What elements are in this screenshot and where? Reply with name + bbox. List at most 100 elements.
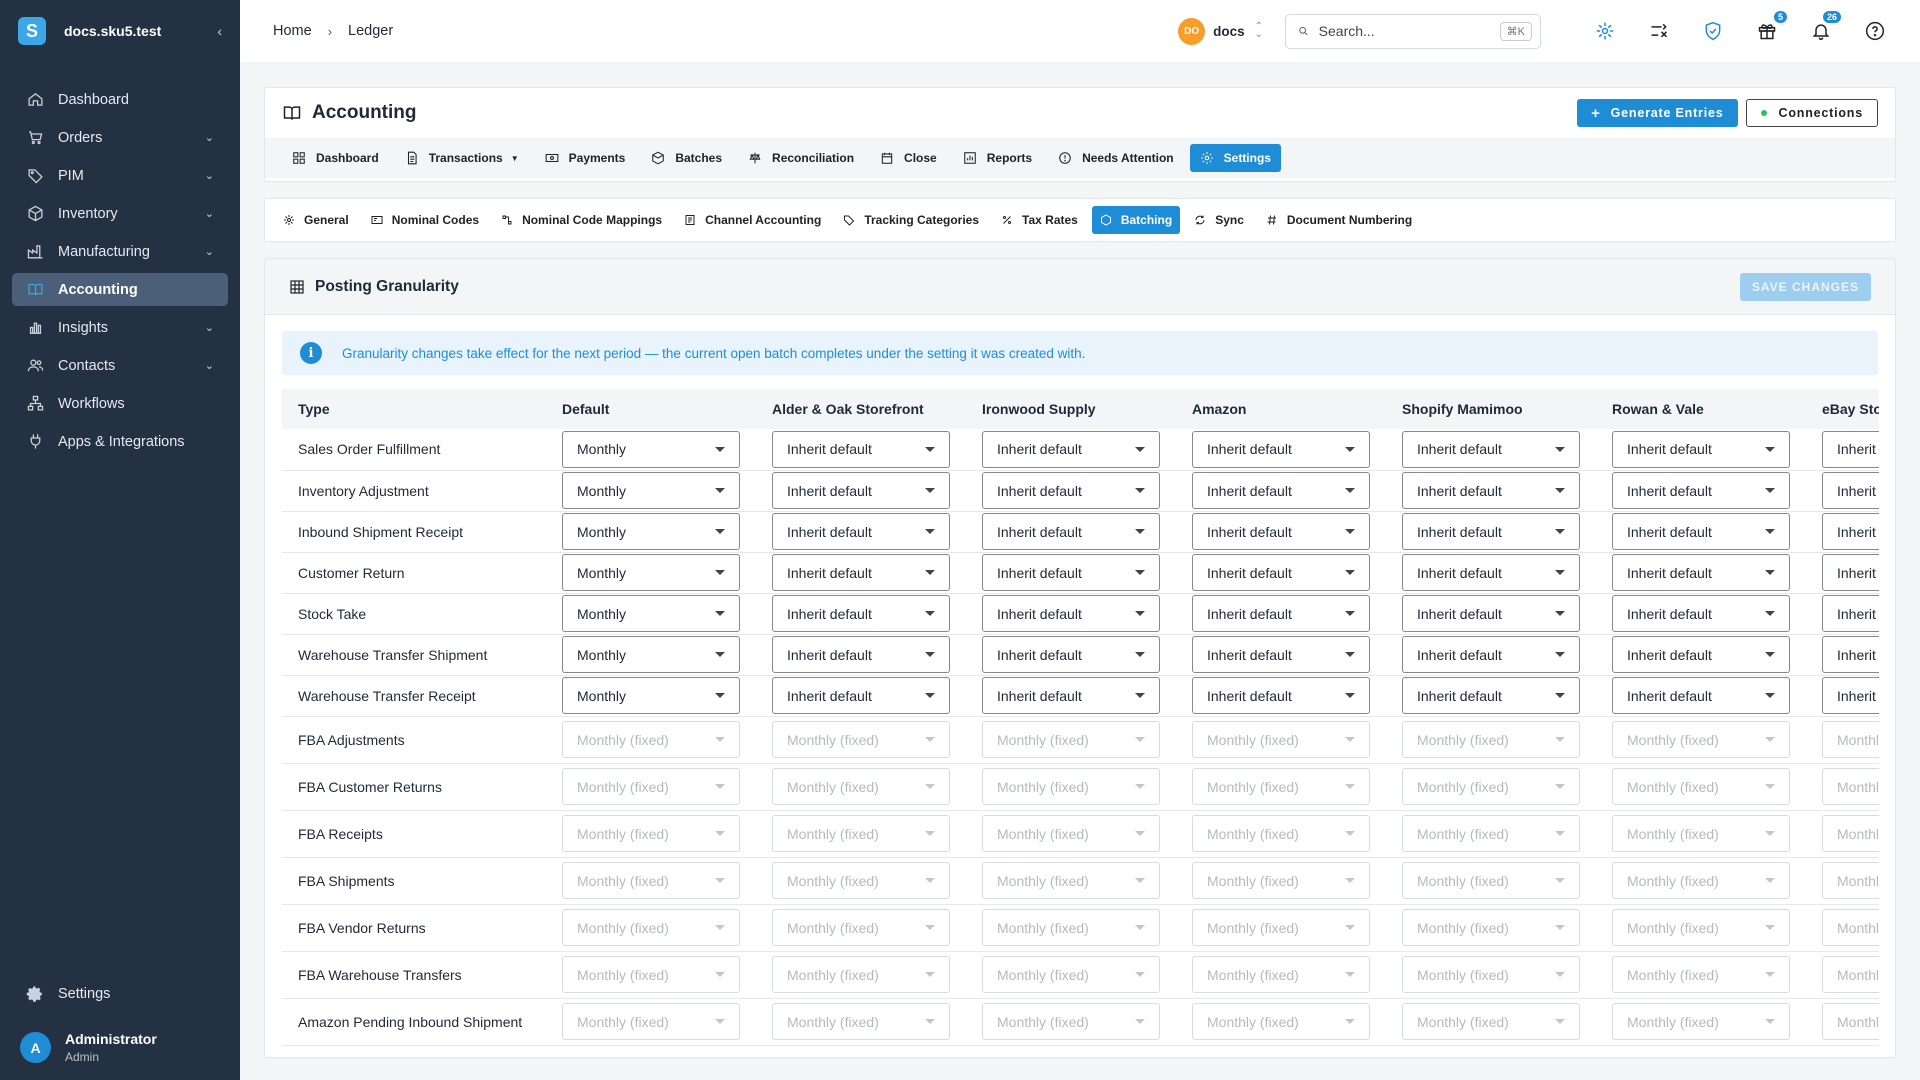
generate-entries-button[interactable]: + Generate Entries xyxy=(1577,99,1738,127)
channel-granularity-select[interactable]: Inherit default xyxy=(772,677,950,714)
channel-granularity-select[interactable]: Inherit default xyxy=(772,430,950,468)
channel-granularity-select[interactable]: Inherit default xyxy=(772,472,950,509)
brand-logo[interactable]: S xyxy=(18,17,46,45)
compare-icon[interactable] xyxy=(1647,19,1671,43)
sidebar-item-apps-integrations[interactable]: Apps & Integrations xyxy=(12,425,228,458)
tab-transactions[interactable]: Transactions ▼ xyxy=(395,144,529,172)
caret-down-icon xyxy=(1345,972,1355,977)
channel-granularity-select[interactable]: Inherit default xyxy=(1192,636,1370,673)
channel-granularity-select[interactable]: Inherit default xyxy=(982,513,1160,550)
breadcrumb-home[interactable]: Home xyxy=(273,23,312,39)
channel-granularity-select[interactable]: Inherit default xyxy=(1612,472,1790,509)
channel-granularity-select[interactable]: Inherit default xyxy=(1822,595,1879,632)
channel-granularity-select[interactable]: Inherit default xyxy=(1192,430,1370,468)
sidebar-item-pim[interactable]: PIM ⌄ xyxy=(12,159,228,192)
channel-granularity-select[interactable]: Inherit default xyxy=(772,554,950,591)
channel-granularity-select[interactable]: Inherit default xyxy=(982,554,1160,591)
connections-button[interactable]: Connections xyxy=(1745,99,1878,127)
channel-granularity-select[interactable]: Inherit default xyxy=(1822,430,1879,468)
settings-tab-batching[interactable]: Batching xyxy=(1091,206,1181,234)
settings-tab-sync[interactable]: Sync xyxy=(1186,206,1252,234)
granularity-cell: Monthly (fixed) xyxy=(1602,904,1812,952)
caret-down-icon xyxy=(1345,1019,1355,1024)
tab-dashboard[interactable]: Dashboard xyxy=(282,144,389,172)
sidebar-item-contacts[interactable]: Contacts ⌄ xyxy=(12,349,228,382)
channel-granularity-select[interactable]: Inherit default xyxy=(1402,513,1580,550)
channel-granularity-select[interactable]: Inherit default xyxy=(982,677,1160,714)
search-box[interactable]: ⌘K xyxy=(1285,13,1541,49)
channel-granularity-select[interactable]: Inherit default xyxy=(1822,513,1879,550)
channel-granularity-select[interactable]: Inherit default xyxy=(1402,636,1580,673)
channel-granularity-select[interactable]: Inherit default xyxy=(1402,677,1580,714)
sidebar-item-accounting[interactable]: Accounting xyxy=(12,273,228,306)
ai-assistant-icon[interactable] xyxy=(1593,19,1617,43)
channel-granularity-select[interactable]: Inherit default xyxy=(1612,513,1790,550)
sidebar-item-manufacturing[interactable]: Manufacturing ⌄ xyxy=(12,235,228,268)
save-changes-button[interactable]: SAVE CHANGES xyxy=(1739,272,1871,301)
sidebar-item-dashboard[interactable]: Dashboard xyxy=(12,83,228,116)
channel-granularity-select[interactable]: Inherit default xyxy=(1402,430,1580,468)
caret-down-icon xyxy=(1555,925,1565,930)
org-switcher[interactable]: DO docs ⌃ ⌄ xyxy=(1178,17,1263,45)
sidebar-item-orders[interactable]: Orders ⌄ xyxy=(12,121,228,154)
tab-close[interactable]: Close xyxy=(870,144,947,172)
channel-granularity-select[interactable]: Inherit default xyxy=(1192,472,1370,509)
channel-granularity-select[interactable]: Inherit default xyxy=(1612,636,1790,673)
search-input[interactable] xyxy=(1318,23,1500,39)
channel-granularity-select[interactable]: Inherit default xyxy=(1402,472,1580,509)
channel-granularity-select[interactable]: Inherit default xyxy=(1612,554,1790,591)
channel-granularity-select[interactable]: Inherit default xyxy=(982,430,1160,468)
shield-icon[interactable] xyxy=(1701,19,1725,43)
channel-granularity-select[interactable]: Inherit default xyxy=(1192,554,1370,591)
granularity-table-wrapper[interactable]: Type Default Alder & Oak Storefront Ironwoo… xyxy=(282,389,1879,1057)
channel-granularity-select[interactable]: Inherit default xyxy=(1402,554,1580,591)
default-granularity-select[interactable]: Monthly xyxy=(562,636,740,673)
gift-icon[interactable]: 5 xyxy=(1755,11,1787,43)
collapse-sidebar-icon[interactable]: ‹ xyxy=(217,23,222,39)
default-granularity-select[interactable]: Monthly xyxy=(562,595,740,632)
default-granularity-select[interactable]: Monthly xyxy=(562,677,740,714)
sidebar-item-settings[interactable]: Settings xyxy=(0,977,240,1011)
help-icon[interactable] xyxy=(1863,19,1887,43)
tab-payments[interactable]: Payments xyxy=(535,144,636,172)
channel-granularity-select[interactable]: Inherit default xyxy=(1192,513,1370,550)
tab-reconciliation[interactable]: Reconciliation xyxy=(738,144,864,172)
channel-granularity-select[interactable]: Inherit default xyxy=(1612,595,1790,632)
sidebar-item-workflows[interactable]: Workflows xyxy=(12,387,228,420)
channel-granularity-select[interactable]: Inherit default xyxy=(1612,677,1790,714)
default-granularity-select[interactable]: Monthly xyxy=(562,513,740,550)
channel-granularity-select[interactable]: Inherit default xyxy=(1822,472,1879,509)
settings-tab-document-numbering[interactable]: Document Numbering xyxy=(1258,206,1420,234)
caret-down-icon: ▼ xyxy=(510,153,519,163)
channel-granularity-select[interactable]: Inherit default xyxy=(772,595,950,632)
settings-tab-nominal-code-mappings[interactable]: Nominal Code Mappings xyxy=(493,206,670,234)
default-granularity-select[interactable]: Monthly xyxy=(562,554,740,591)
channel-granularity-select[interactable]: Inherit default xyxy=(772,513,950,550)
bell-icon[interactable]: 26 xyxy=(1809,11,1841,43)
channel-granularity-select[interactable]: Inherit default xyxy=(1402,595,1580,632)
user-profile[interactable]: A Administrator Admin xyxy=(0,1031,240,1080)
tab-reports[interactable]: Reports xyxy=(953,144,1042,172)
channel-granularity-select[interactable]: Inherit default xyxy=(1192,677,1370,714)
tab-settings[interactable]: Settings xyxy=(1189,144,1281,172)
default-granularity-select[interactable]: Monthly xyxy=(562,430,740,468)
channel-granularity-select[interactable]: Inherit default xyxy=(1822,636,1879,673)
channel-granularity-select[interactable]: Inherit default xyxy=(1822,554,1879,591)
channel-granularity-select[interactable]: Inherit default xyxy=(982,472,1160,509)
channel-granularity-select[interactable]: Inherit default xyxy=(772,636,950,673)
channel-granularity-select[interactable]: Inherit default xyxy=(1192,595,1370,632)
sidebar-item-inventory[interactable]: Inventory ⌄ xyxy=(12,197,228,230)
channel-granularity-select[interactable]: Inherit default xyxy=(1822,677,1879,714)
settings-tab-tax-rates[interactable]: Tax Rates xyxy=(993,206,1086,234)
settings-tab-general[interactable]: General xyxy=(275,206,357,234)
sidebar-item-insights[interactable]: Insights ⌄ xyxy=(12,311,228,344)
settings-tab-channel-accounting[interactable]: Channel Accounting xyxy=(676,206,829,234)
tab-batches[interactable]: Batches xyxy=(641,144,732,172)
default-granularity-select[interactable]: Monthly xyxy=(562,472,740,509)
channel-granularity-select[interactable]: Inherit default xyxy=(982,636,1160,673)
channel-granularity-select[interactable]: Inherit default xyxy=(1612,430,1790,468)
settings-tab-tracking-categories[interactable]: Tracking Categories xyxy=(835,206,987,234)
settings-tab-nominal-codes[interactable]: Nominal Codes xyxy=(363,206,487,234)
channel-granularity-select[interactable]: Inherit default xyxy=(982,595,1160,632)
tab-needs-attention[interactable]: Needs Attention xyxy=(1048,144,1184,172)
